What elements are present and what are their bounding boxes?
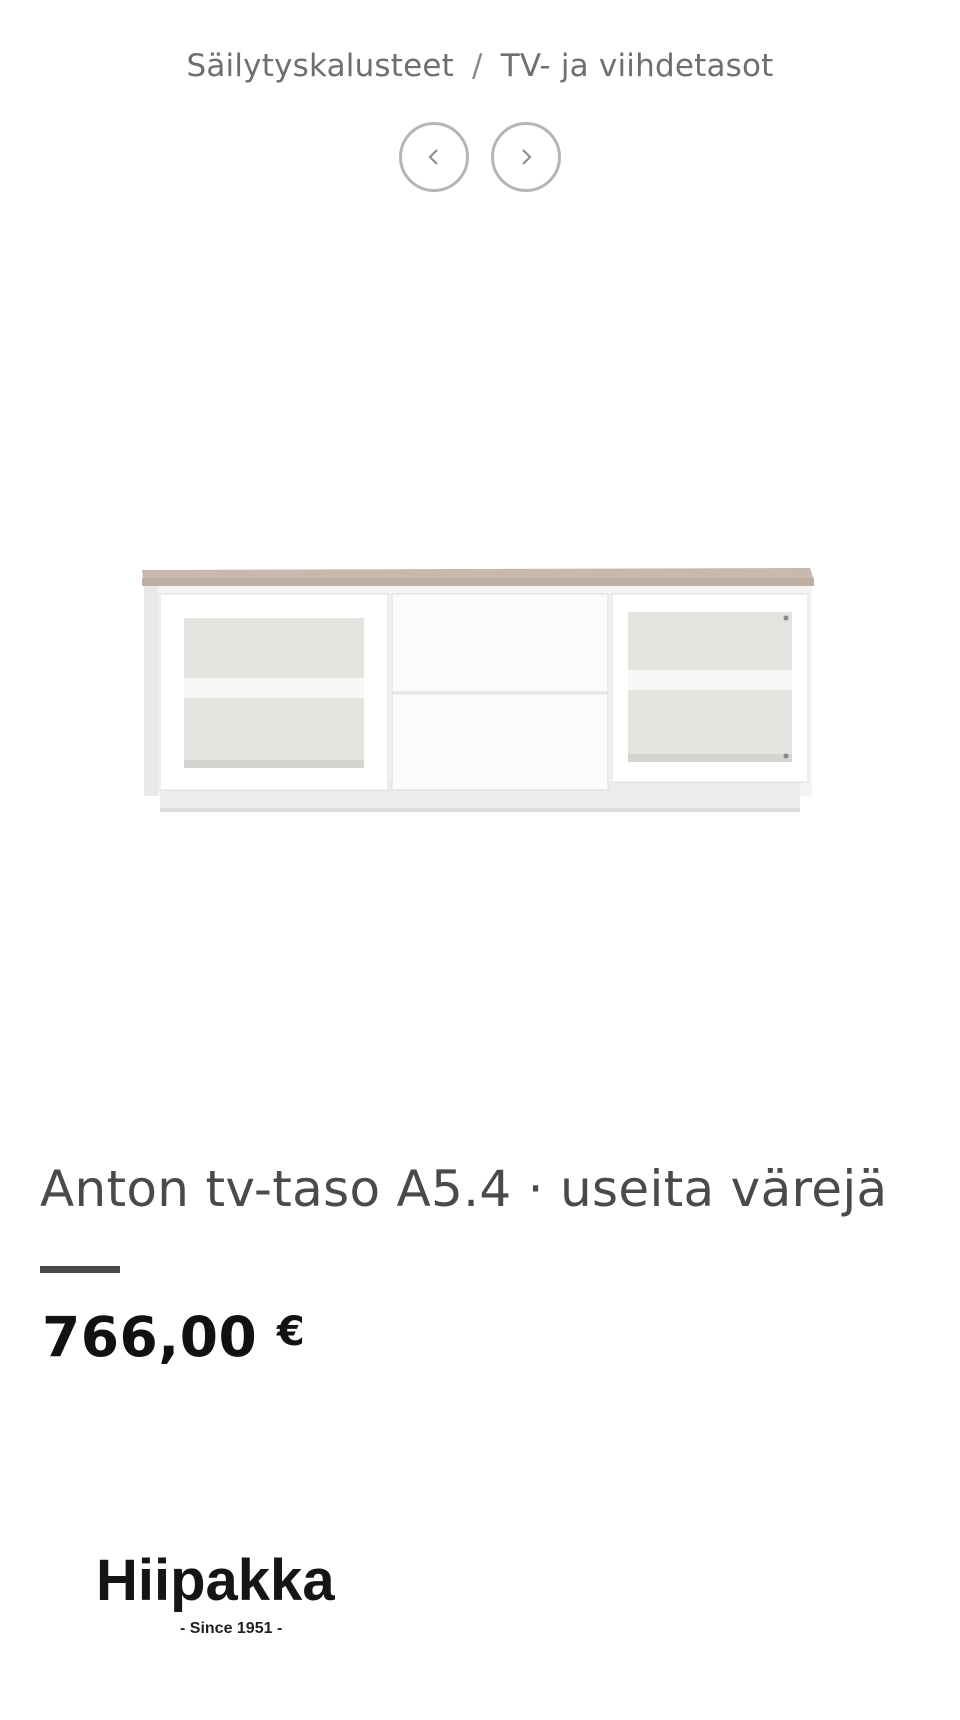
hiipakka-logo[interactable]: Hiipakka - Since 1951 - — [96, 1540, 386, 1650]
breadcrumb: Säilytyskalusteet / TV- ja viihdetasot — [0, 48, 960, 84]
product-title: Anton tv-taso A5.4 · useita värejä — [40, 1160, 888, 1218]
price-currency: € — [276, 1309, 306, 1355]
product-image[interactable] — [140, 560, 820, 830]
next-product-button[interactable] — [491, 122, 561, 192]
product-navigation — [0, 122, 960, 192]
breadcrumb-item-tv-viihdetasot[interactable]: TV- ja viihdetasot — [501, 48, 774, 84]
previous-product-button[interactable] — [399, 122, 469, 192]
product-price: 766,00 € — [42, 1305, 305, 1369]
chevron-left-icon — [428, 149, 438, 165]
breadcrumb-separator: / — [472, 48, 483, 84]
chevron-right-icon — [522, 149, 532, 165]
price-value: 766,00 — [42, 1305, 258, 1369]
logo-wordmark: Hiipakka — [96, 1548, 335, 1613]
logo-tagline: - Since 1951 - — [180, 1620, 282, 1637]
breadcrumb-item-sailytyskalusteet[interactable]: Säilytyskalusteet — [186, 48, 454, 84]
title-divider — [40, 1266, 120, 1273]
